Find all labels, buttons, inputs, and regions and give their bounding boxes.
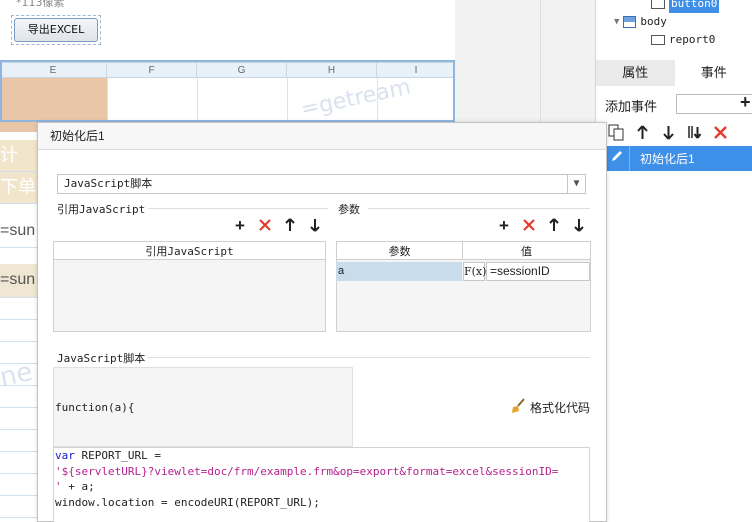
widget-box-icon bbox=[651, 35, 665, 45]
delete-icon[interactable] bbox=[257, 218, 273, 234]
format-code-button[interactable]: 格式化代码 bbox=[510, 398, 590, 417]
section-divider bbox=[148, 357, 590, 358]
gutter-divider bbox=[540, 0, 541, 122]
copy-icon[interactable] bbox=[608, 124, 625, 141]
grid-line bbox=[107, 78, 108, 122]
plus-icon[interactable]: + bbox=[232, 217, 248, 234]
column-header-i[interactable]: I bbox=[377, 63, 455, 78]
panel-tabs: 属性 事件 bbox=[596, 60, 752, 86]
code-keyword: var bbox=[55, 449, 75, 462]
column-header-g[interactable]: G bbox=[197, 63, 287, 78]
ref-js-section-label: 引用JavaScript bbox=[57, 203, 146, 216]
right-panel: button0 ▼ body report0 属性 事件 添加事件 + 初始化后… bbox=[595, 0, 752, 522]
broom-icon bbox=[510, 398, 526, 417]
function-head-text: function(a){ bbox=[55, 401, 135, 414]
add-event-label: 添加事件 bbox=[605, 99, 658, 114]
event-list-item[interactable]: 初始化后1 bbox=[605, 146, 752, 171]
move-bottom-icon[interactable] bbox=[686, 124, 703, 141]
delete-icon[interactable] bbox=[521, 218, 537, 234]
arrow-up-icon[interactable] bbox=[546, 218, 562, 234]
code-editor[interactable]: var REPORT_URL = '${servletURL}?viewlet=… bbox=[53, 447, 590, 522]
tree-item-label: button0 bbox=[669, 0, 720, 13]
script-type-select[interactable]: JavaScript脚本 ▼ bbox=[57, 174, 586, 194]
params-section-label: 参数 bbox=[338, 203, 360, 216]
export-excel-button[interactable]: 导出EXCEL bbox=[11, 15, 101, 45]
arrow-up-icon[interactable] bbox=[282, 218, 298, 234]
arrow-down-icon[interactable] bbox=[660, 124, 677, 141]
collapse-triangle-icon[interactable]: ▼ bbox=[614, 13, 619, 31]
size-note: *113像素 bbox=[16, 0, 65, 9]
tab-events[interactable]: 事件 bbox=[674, 60, 752, 86]
formula-fx-icon[interactable]: F(x) bbox=[463, 262, 486, 281]
param-value-input[interactable]: =sessionID bbox=[486, 262, 590, 281]
script-type-value: JavaScript脚本 bbox=[64, 177, 153, 190]
event-label: 初始化后1 bbox=[640, 152, 695, 166]
code-string: ' bbox=[55, 480, 62, 493]
event-editor-dialog: 初始化后1 JavaScript脚本 ▼ 引用JavaScript + 引用Ja… bbox=[37, 122, 607, 522]
code-line: '${servletURL}?viewlet=doc/frm/example.f… bbox=[55, 464, 559, 478]
scroll-gutter bbox=[455, 0, 595, 122]
grid-line bbox=[197, 78, 198, 122]
code-text: REPORT_URL = bbox=[74, 449, 161, 462]
param-name-cell[interactable]: a bbox=[336, 262, 462, 281]
tree-item-label: report0 bbox=[669, 33, 716, 46]
params-column-value: 值 bbox=[462, 241, 591, 260]
section-divider bbox=[148, 208, 328, 209]
tree-item-body[interactable]: ▼ body bbox=[614, 13, 667, 31]
tab-properties[interactable]: 属性 bbox=[596, 60, 675, 86]
arrow-down-icon[interactable] bbox=[307, 218, 323, 234]
section-divider bbox=[368, 208, 590, 209]
code-line: window.location = encodeURI(REPORT_URL); bbox=[55, 495, 320, 509]
tree-item-label: body bbox=[640, 15, 667, 28]
code-text: + a; bbox=[61, 480, 95, 493]
column-header-h[interactable]: H bbox=[287, 63, 377, 78]
ref-js-column-header: 引用JavaScript bbox=[53, 241, 326, 260]
dialog-title: 初始化后1 bbox=[38, 123, 606, 150]
widget-box-icon bbox=[651, 0, 665, 9]
format-code-label: 格式化代码 bbox=[530, 401, 591, 415]
column-header-e[interactable]: E bbox=[0, 63, 107, 78]
function-signature: function(a){ bbox=[53, 367, 353, 447]
tree-item-report0[interactable]: report0 bbox=[651, 31, 715, 49]
column-header-f[interactable]: F bbox=[107, 63, 197, 78]
code-line: ' + a; bbox=[55, 479, 589, 495]
code-line: var REPORT_URL = bbox=[55, 448, 589, 464]
params-column-name: 参数 bbox=[336, 241, 463, 260]
plus-icon[interactable]: + bbox=[496, 217, 512, 234]
grid-line bbox=[287, 78, 288, 122]
body-container-icon bbox=[623, 16, 637, 28]
chevron-down-icon[interactable]: ▼ bbox=[567, 175, 585, 193]
watermark-text: =getream bbox=[298, 74, 413, 123]
delete-icon[interactable] bbox=[712, 124, 729, 141]
pencil-icon[interactable] bbox=[605, 146, 630, 171]
plus-icon[interactable]: + bbox=[740, 92, 751, 113]
arrow-down-icon[interactable] bbox=[571, 218, 587, 234]
column-header-row: E F G H I bbox=[0, 62, 455, 78]
arrow-up-icon[interactable] bbox=[634, 124, 651, 141]
tree-item-button0[interactable]: button0 bbox=[651, 0, 720, 13]
event-toolbar bbox=[608, 124, 729, 141]
script-section-label: JavaScript脚本 bbox=[57, 352, 146, 365]
